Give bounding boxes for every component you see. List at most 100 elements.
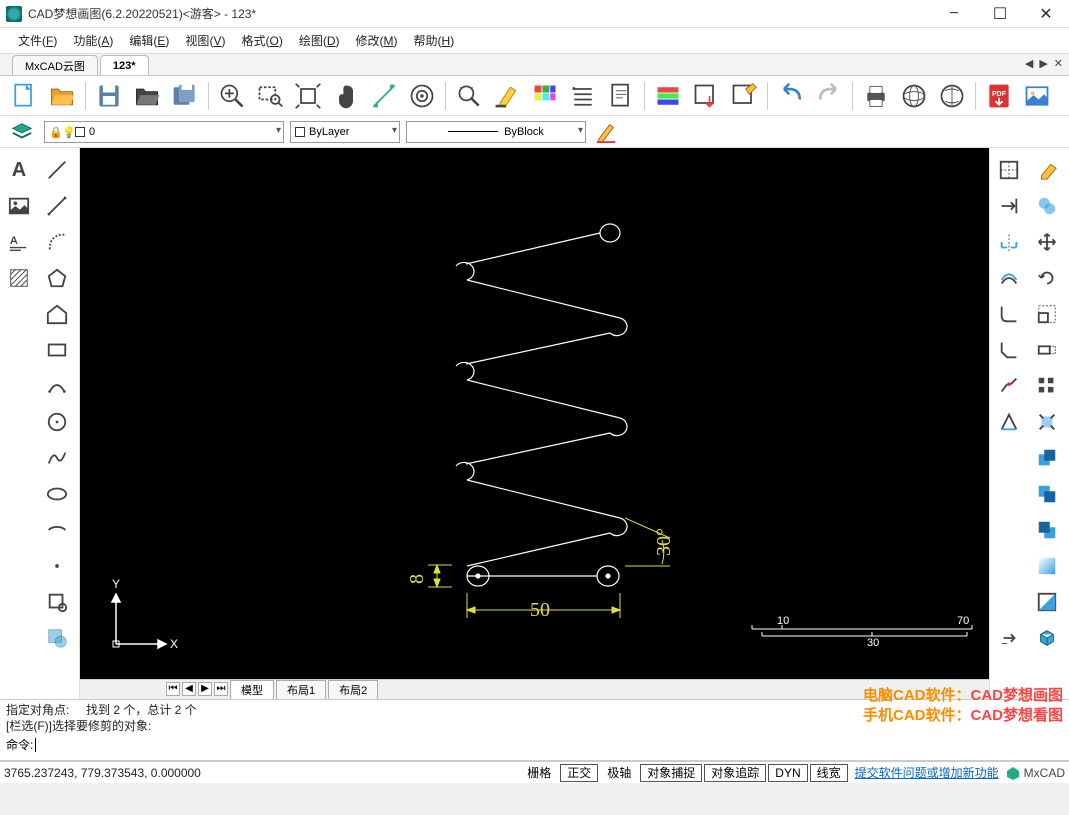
find-button[interactable] <box>451 78 487 114</box>
zoom-in-button[interactable] <box>214 78 250 114</box>
open-folder-button[interactable] <box>129 78 165 114</box>
image-insert-button[interactable] <box>0 188 38 224</box>
zoom-window-button[interactable] <box>252 78 288 114</box>
cube-button[interactable] <box>1028 620 1066 656</box>
zoom-extents-button[interactable] <box>290 78 326 114</box>
menu-format[interactable]: 格式(O) <box>233 30 290 51</box>
polygon-tool-button[interactable] <box>38 260 76 296</box>
dyn-toggle[interactable]: DYN <box>768 764 807 782</box>
layer-front-button[interactable] <box>1028 440 1066 476</box>
move-button[interactable] <box>1028 224 1066 260</box>
menu-edit[interactable]: 编辑(E) <box>121 30 177 51</box>
minimize-button[interactable]: − <box>931 0 977 28</box>
menu-view[interactable]: 视图(V) <box>177 30 233 51</box>
palette-button[interactable] <box>650 78 686 114</box>
block-insert-button[interactable] <box>38 584 76 620</box>
lineweight-toggle[interactable]: 线宽 <box>810 764 848 782</box>
image-button[interactable] <box>1019 78 1055 114</box>
block-create-button[interactable] <box>38 620 76 656</box>
trim-button[interactable] <box>990 152 1028 188</box>
menu-file[interactable]: 文件(F) <box>10 30 65 51</box>
color-grid-button[interactable] <box>527 78 563 114</box>
highlight-button[interactable] <box>489 78 525 114</box>
fillet-button[interactable] <box>990 296 1028 332</box>
copy-button[interactable] <box>1028 188 1066 224</box>
stretch-button[interactable] <box>1028 332 1066 368</box>
tab-layout1[interactable]: 布局1 <box>276 680 326 700</box>
grid-toggle[interactable]: 栅格 <box>520 764 558 782</box>
redo-button[interactable] <box>811 78 847 114</box>
tab-model[interactable]: 模型 <box>230 680 274 700</box>
circle-tool-button[interactable] <box>38 404 76 440</box>
layer-mid-button[interactable] <box>1028 476 1066 512</box>
layout-prev-button[interactable]: ◀ <box>182 682 196 696</box>
command-input-row[interactable]: 命令: <box>6 736 1063 753</box>
list-button[interactable] <box>565 78 601 114</box>
layout-first-button[interactable]: ⏮ <box>166 682 180 696</box>
half-fill-button[interactable] <box>1028 584 1066 620</box>
construction-line-button[interactable] <box>38 188 76 224</box>
extend-button[interactable] <box>990 188 1028 224</box>
mtext-tool-button[interactable]: A <box>0 224 38 260</box>
offset-button[interactable] <box>990 260 1028 296</box>
tab-mxcad-cloud[interactable]: MxCAD云图 <box>12 55 98 75</box>
hatch-tool-button[interactable] <box>0 260 38 296</box>
export-button[interactable] <box>688 78 724 114</box>
menu-help[interactable]: 帮助(H) <box>406 30 463 51</box>
drawing-canvas[interactable]: 50 8 30° X <box>80 148 989 679</box>
pentagon-tool-button[interactable] <box>38 296 76 332</box>
globe-button[interactable] <box>896 78 932 114</box>
undo-button[interactable] <box>773 78 809 114</box>
mirror-button[interactable] <box>990 224 1028 260</box>
layer-back-button[interactable] <box>1028 512 1066 548</box>
align-button[interactable] <box>990 404 1028 440</box>
line-tool-button[interactable] <box>38 152 76 188</box>
point-tool-button[interactable] <box>38 548 76 584</box>
edit-doc-button[interactable] <box>726 78 762 114</box>
ellipse-arc-tool-button[interactable] <box>38 512 76 548</box>
tab-close-icon[interactable]: ✕ <box>1052 57 1065 70</box>
save-button[interactable] <box>91 78 127 114</box>
pdf-button[interactable]: PDF <box>981 78 1017 114</box>
print-button[interactable] <box>858 78 894 114</box>
save-as-button[interactable] <box>167 78 203 114</box>
tab-123[interactable]: 123* <box>100 55 149 75</box>
pan-button[interactable] <box>328 78 364 114</box>
osnap-toggle[interactable]: 对象捕捉 <box>640 764 702 782</box>
globe-alt-button[interactable] <box>934 78 970 114</box>
tab-scroll-left-icon[interactable]: ◀ <box>1023 57 1035 70</box>
target-button[interactable] <box>404 78 440 114</box>
text-tool-button[interactable]: A <box>0 152 38 188</box>
rectangle-tool-button[interactable] <box>38 332 76 368</box>
measure-button[interactable] <box>366 78 402 114</box>
menu-functions[interactable]: 功能(A) <box>65 30 121 51</box>
linetype-dropdown[interactable]: ByBlock ▾ <box>406 121 586 143</box>
explode-button[interactable] <box>1028 404 1066 440</box>
layout-next-button[interactable]: ▶ <box>198 682 212 696</box>
otrack-toggle[interactable]: 对象追踪 <box>704 764 766 782</box>
new-file-button[interactable] <box>6 78 42 114</box>
tab-layout2[interactable]: 布局2 <box>328 680 378 700</box>
tab-scroll-right-icon[interactable]: ▶ <box>1037 57 1049 70</box>
scale-button[interactable] <box>1028 296 1066 332</box>
command-input[interactable] <box>36 738 636 752</box>
rotate-button[interactable] <box>1028 260 1066 296</box>
exit-arrow-button[interactable] <box>990 620 1028 656</box>
color-dropdown[interactable]: ByLayer ▾ <box>290 121 400 143</box>
layout-last-button[interactable]: ⏭ <box>214 682 228 696</box>
feedback-link[interactable]: 提交软件问题或增加新功能 <box>855 764 999 781</box>
arc-tool-button[interactable] <box>38 224 76 260</box>
layer-dropdown[interactable]: 🔒 💡 0 ▾ <box>44 121 284 143</box>
chamfer-button[interactable] <box>990 332 1028 368</box>
polar-toggle[interactable]: 极轴 <box>600 764 638 782</box>
menu-draw[interactable]: 绘图(D) <box>291 30 348 51</box>
gradient-button[interactable] <box>1028 548 1066 584</box>
pencil-underline-button[interactable] <box>592 118 620 146</box>
erase-button[interactable] <box>1028 152 1066 188</box>
ellipse-tool-button[interactable] <box>38 476 76 512</box>
open-file-button[interactable] <box>44 78 80 114</box>
array-button[interactable] <box>1028 368 1066 404</box>
arc2-tool-button[interactable] <box>38 368 76 404</box>
ortho-toggle[interactable]: 正交 <box>560 764 598 782</box>
break-button[interactable] <box>990 368 1028 404</box>
